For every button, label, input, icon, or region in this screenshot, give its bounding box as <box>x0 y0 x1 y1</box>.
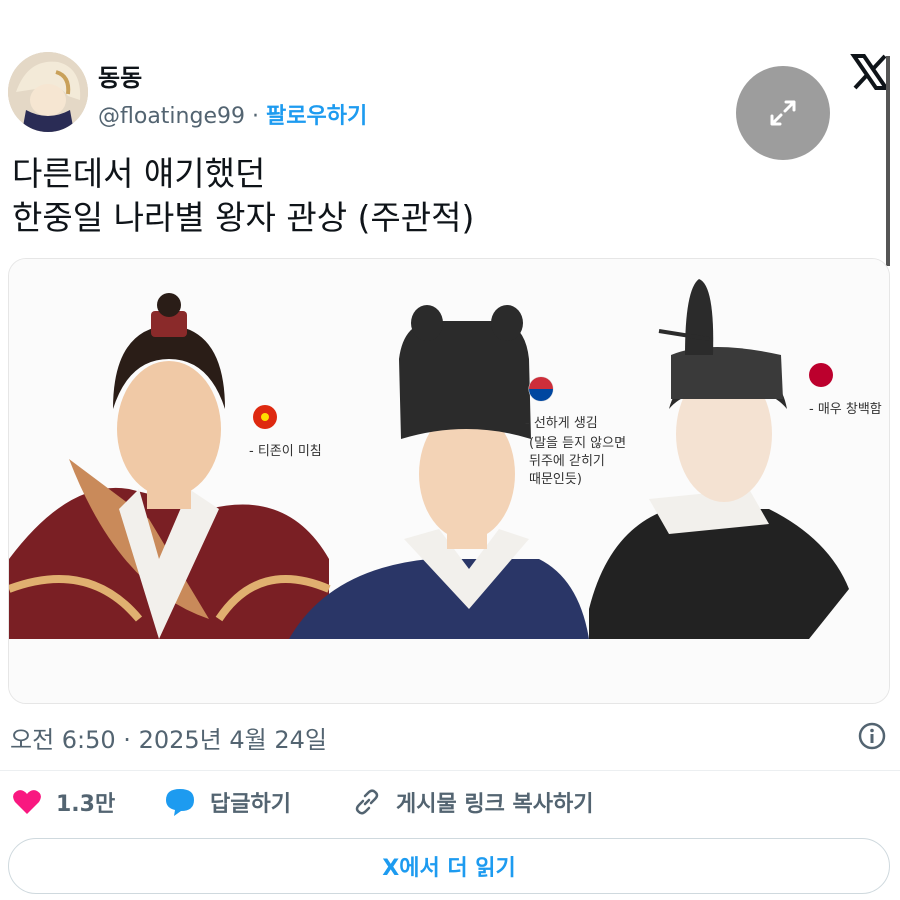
annotation-korea-line-1: - 선하게 생김 <box>525 416 598 431</box>
handle-row: @floatinge99 · 팔로우하기 <box>98 98 367 130</box>
tweet-text-line-1: 다른데서 얘기했던 <box>12 154 266 193</box>
copy-link-label: 게시물 링크 복사하기 <box>396 792 594 817</box>
heart-icon <box>13 790 41 814</box>
expand-icon <box>770 100 796 126</box>
user-handle[interactable]: @floatinge99 <box>98 104 245 129</box>
annotation-korea-line-3: 뒤주에 갇히기 <box>529 454 605 469</box>
x-logo-icon[interactable] <box>850 52 890 92</box>
like-count: 1.3만 <box>56 792 116 817</box>
info-icon[interactable] <box>858 722 886 750</box>
expand-button[interactable] <box>736 66 830 160</box>
annotation-china: - 티존이 미침 <box>249 444 322 459</box>
annotation-japan: - 매우 창백함 <box>809 402 882 417</box>
tweet-text: 다른데서 얘기했던 한중일 나라별 왕자 관상 (주관적) <box>12 152 474 240</box>
link-icon <box>355 789 379 815</box>
annotation-korea-line-2: (말을 듣지 않으면 <box>529 436 627 451</box>
reply-label: 답글하기 <box>210 792 291 817</box>
like-button[interactable]: 1.3만 <box>12 786 115 818</box>
scrollbar[interactable] <box>886 56 890 266</box>
follow-button[interactable]: 팔로우하기 <box>266 104 367 129</box>
reply-button[interactable]: 답글하기 <box>164 786 291 818</box>
media-image[interactable]: - 티존이 미침 - 선하게 생김 (말을 듣지 않으면 뒤주에 갇히기 때문인… <box>8 258 890 704</box>
avatar[interactable] <box>8 52 88 132</box>
annotation-korea-line-4: 때문인듯) <box>529 472 582 487</box>
tweet-timestamp[interactable]: 오전 6:50 · 2025년 4월 24일 <box>10 720 327 755</box>
speech-bubble-icon <box>166 789 194 816</box>
display-name[interactable]: 동동 <box>98 58 142 93</box>
princes-illustration <box>9 259 889 703</box>
divider <box>0 770 900 771</box>
separator-dot: · <box>251 104 259 129</box>
read-more-button[interactable]: X에서 더 읽기 <box>8 838 890 894</box>
tweet-text-line-2: 한중일 나라별 왕자 관상 (주관적) <box>12 198 475 237</box>
copy-link-button[interactable]: 게시물 링크 복사하기 <box>352 786 593 818</box>
